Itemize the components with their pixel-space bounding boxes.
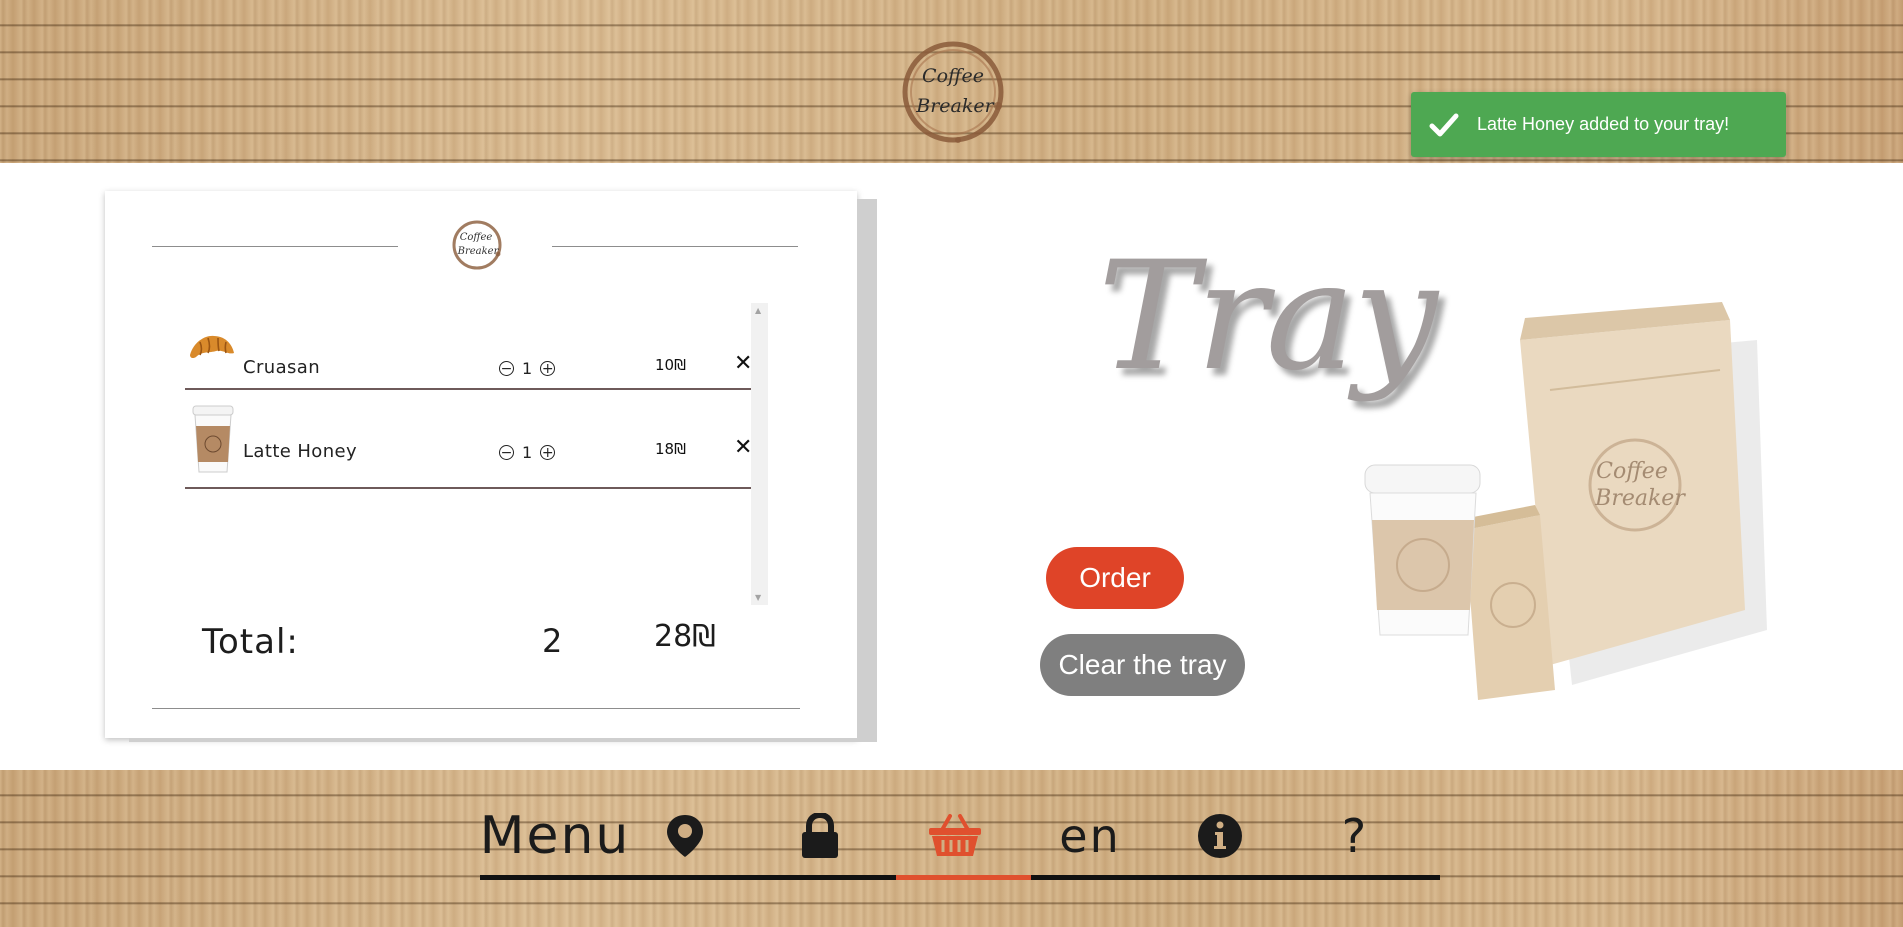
items-scrollbar[interactable]: ▲ ▼ <box>751 303 768 605</box>
nav-underline-active <box>896 875 1031 880</box>
scroll-up-icon[interactable]: ▲ <box>755 306 761 315</box>
nav-login[interactable] <box>790 796 850 876</box>
decrease-button[interactable]: − <box>499 445 514 460</box>
order-button[interactable]: Order <box>1046 547 1184 609</box>
nav-underline <box>480 875 896 880</box>
help-label: ? <box>1341 809 1369 863</box>
divider-left <box>152 246 398 247</box>
increase-button[interactable]: + <box>540 361 556 376</box>
logo-text-line-2: Breaker <box>915 95 995 117</box>
quantity-value: 1 <box>522 359 533 378</box>
remove-item-button[interactable]: ✕ <box>734 435 752 460</box>
list-item: Latte Honey − 1 + 18₪ ✕ <box>185 390 752 489</box>
notification-toast[interactable]: Latte Honey added to your tray! <box>1411 92 1786 157</box>
bottom-navigation: Menu en ? <box>480 796 1440 880</box>
nav-language[interactable]: en <box>1059 796 1121 876</box>
coffee-cup-image <box>192 405 234 473</box>
bag-logo-text-1: Coffee <box>1596 459 1668 484</box>
toast-message: Latte Honey added to your tray! <box>1477 114 1730 134</box>
basket-icon <box>929 814 981 856</box>
card-logo-text-2: Breaker <box>457 246 500 257</box>
logo-text-line-1: Coffee <box>922 65 984 87</box>
coffee-bags-illustration: Coffee Breaker <box>1364 302 1767 700</box>
item-price: 18₪ <box>655 440 686 458</box>
card-logo: Coffee Breaker <box>452 220 502 270</box>
quantity-value: 1 <box>522 443 533 462</box>
coffee-breaker-logo[interactable]: Coffee Breaker <box>898 36 1008 148</box>
bag-logo-text-2: Breaker <box>1594 486 1686 511</box>
nav-menu[interactable]: Menu <box>480 796 630 876</box>
nav-underline <box>1031 875 1440 880</box>
bottom-divider <box>152 708 800 709</box>
croissant-image <box>190 335 234 359</box>
remove-item-button[interactable]: ✕ <box>734 351 752 376</box>
nav-help[interactable]: ? <box>1330 796 1380 876</box>
item-price: 10₪ <box>655 356 686 374</box>
nav-tray[interactable] <box>925 796 985 876</box>
nav-about[interactable] <box>1195 796 1245 876</box>
lock-icon <box>802 813 838 858</box>
tray-card: Coffee Breaker Cruasan − 1 + 10₪ ✕ Latte… <box>105 191 857 738</box>
tray-items-list: Cruasan − 1 + 10₪ ✕ Latte Honey − 1 + 18… <box>185 303 770 603</box>
total-sum: 28₪ <box>654 619 716 654</box>
card-logo-text-1: Coffee <box>460 232 493 243</box>
info-icon <box>1198 814 1242 858</box>
nav-locations[interactable] <box>660 796 710 876</box>
nav-menu-label: Menu <box>479 806 631 866</box>
language-label: en <box>1059 809 1121 863</box>
list-item: Cruasan − 1 + 10₪ ✕ <box>185 303 752 390</box>
clear-tray-button[interactable]: Clear the tray <box>1040 634 1245 696</box>
item-name: Latte Honey <box>243 441 358 462</box>
scroll-down-icon[interactable]: ▼ <box>755 593 761 602</box>
total-label: Total: <box>202 622 299 662</box>
quantity-stepper: − 1 + <box>499 359 556 378</box>
total-count: 2 <box>542 622 563 660</box>
quantity-stepper: − 1 + <box>499 443 556 462</box>
decrease-button[interactable]: − <box>499 361 514 376</box>
divider-right <box>552 246 798 247</box>
map-pin-icon <box>667 815 703 857</box>
increase-button[interactable]: + <box>540 445 556 460</box>
item-name: Cruasan <box>243 357 321 378</box>
check-icon <box>1429 113 1459 136</box>
